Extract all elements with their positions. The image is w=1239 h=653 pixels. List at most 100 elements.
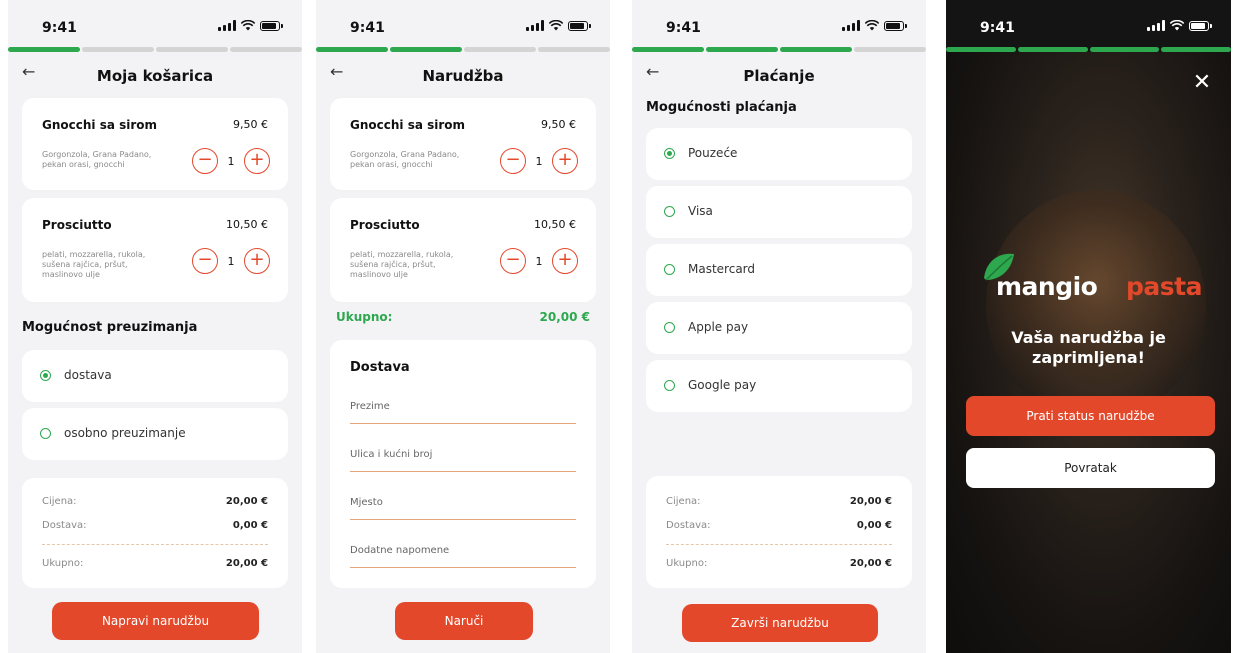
battery-icon bbox=[884, 20, 907, 31]
payment-option-cod[interactable]: Pouzeće bbox=[646, 128, 912, 180]
status-time: 9:41 bbox=[350, 20, 385, 36]
payment-option-visa[interactable]: Visa bbox=[646, 186, 912, 238]
surname-field[interactable]: Prezime bbox=[350, 394, 576, 424]
quantity-value: 1 bbox=[227, 154, 235, 168]
item-name: Gnocchi sa sirom bbox=[42, 118, 158, 132]
field-placeholder: Ulica i kućni broj bbox=[350, 449, 433, 460]
radio-icon[interactable] bbox=[664, 322, 675, 333]
battery-icon bbox=[260, 20, 283, 31]
item-description: Gorgonzola, Grana Padano, pekan orasi, g… bbox=[350, 150, 460, 169]
status-bar: 9:41 bbox=[632, 0, 926, 48]
signal-icon bbox=[218, 20, 236, 31]
option-label: osobno preuzimanje bbox=[64, 426, 186, 440]
logo-word-mangio: mangio bbox=[996, 272, 1098, 301]
radio-icon[interactable] bbox=[664, 380, 675, 391]
radio-selected-icon[interactable] bbox=[40, 370, 51, 381]
total-label: Ukupno: bbox=[336, 310, 393, 324]
option-label: dostava bbox=[64, 368, 112, 382]
item-description: pelati, mozzarella, rukola, sušena rajči… bbox=[350, 250, 454, 279]
street-field[interactable]: Ulica i kućni broj bbox=[350, 442, 576, 472]
payment-option-applepay[interactable]: Apple pay bbox=[646, 302, 912, 354]
radio-icon[interactable] bbox=[664, 206, 675, 217]
status-time: 9:41 bbox=[980, 20, 1015, 36]
status-time: 9:41 bbox=[42, 20, 77, 36]
wifi-icon bbox=[241, 20, 255, 31]
summary-value: 20,00 € bbox=[225, 558, 268, 569]
pickup-title: Mogućnost preuzimanja bbox=[22, 320, 198, 335]
step-progress bbox=[8, 47, 302, 52]
brand-logo: mangio pasta bbox=[980, 248, 1210, 308]
close-icon[interactable]: ✕ bbox=[1191, 72, 1213, 94]
increase-button[interactable]: + bbox=[552, 148, 578, 174]
summary-value: 0,00 € bbox=[232, 520, 268, 531]
summary-value: 20,00 € bbox=[849, 496, 892, 507]
cart-item: Prosciutto 10,50 € pelati, mozzarella, r… bbox=[22, 198, 288, 302]
divider bbox=[666, 544, 892, 545]
option-label: Visa bbox=[688, 204, 713, 218]
track-order-button[interactable]: Prati status narudžbe bbox=[966, 396, 1215, 436]
summary-value: 20,00 € bbox=[225, 496, 268, 507]
step-progress bbox=[316, 47, 610, 52]
place-order-button[interactable]: Napravi narudžbu bbox=[52, 602, 259, 640]
increase-button[interactable]: + bbox=[244, 148, 270, 174]
summary-label: Ukupno: bbox=[42, 558, 84, 569]
return-button[interactable]: Povratak bbox=[966, 448, 1215, 488]
summary-label: Cijena: bbox=[42, 496, 77, 507]
summary-label: Dostava: bbox=[42, 520, 87, 531]
payment-option-mastercard[interactable]: Mastercard bbox=[646, 244, 912, 296]
summary-label: Ukupno: bbox=[666, 558, 708, 569]
order-screen: 9:41 ← Narudžba Gnocchi sa sirom 9,50 € … bbox=[316, 0, 610, 653]
increase-button[interactable]: + bbox=[244, 248, 270, 274]
cart-item: Gnocchi sa sirom 9,50 € Gorgonzola, Gran… bbox=[330, 98, 596, 190]
summary-label: Cijena: bbox=[666, 496, 701, 507]
back-arrow-icon[interactable]: ← bbox=[330, 62, 350, 81]
wifi-icon bbox=[549, 20, 563, 31]
item-price: 10,50 € bbox=[226, 218, 268, 231]
decrease-button[interactable]: − bbox=[500, 248, 526, 274]
decrease-button[interactable]: − bbox=[500, 148, 526, 174]
item-name: Gnocchi sa sirom bbox=[350, 118, 466, 132]
confirmation-screen: 9:41 ✕ mangio pasta Vaša narudžba je zap… bbox=[946, 0, 1231, 653]
summary-value: 20,00 € bbox=[849, 558, 892, 569]
signal-icon bbox=[842, 20, 860, 31]
cart-item: Prosciutto 10,50 € pelati, mozzarella, r… bbox=[330, 198, 596, 302]
pickup-option-personal[interactable]: osobno preuzimanje bbox=[22, 408, 288, 460]
payment-options-title: Mogućnosti plaćanja bbox=[646, 100, 797, 115]
decrease-button[interactable]: − bbox=[192, 248, 218, 274]
confirmation-message: Vaša narudžba je zaprimljena! bbox=[946, 328, 1231, 368]
finish-order-button[interactable]: Završi narudžbu bbox=[682, 604, 878, 642]
summary-label: Dostava: bbox=[666, 520, 711, 531]
option-label: Google pay bbox=[688, 378, 757, 392]
payment-screen: 9:41 ← Plaćanje Mogućnosti plaćanja Pouz… bbox=[632, 0, 926, 653]
radio-icon[interactable] bbox=[40, 428, 51, 439]
field-placeholder: Prezime bbox=[350, 401, 390, 412]
page-title: Moja košarica bbox=[96, 67, 214, 85]
wifi-icon bbox=[865, 20, 879, 31]
battery-icon bbox=[1189, 20, 1212, 31]
option-label: Pouzeće bbox=[688, 146, 738, 160]
notes-field[interactable]: Dodatne napomene bbox=[350, 538, 576, 568]
radio-icon[interactable] bbox=[664, 264, 675, 275]
cart-item: Gnocchi sa sirom 9,50 € Gorgonzola, Gran… bbox=[22, 98, 288, 190]
page-title: Plaćanje bbox=[743, 67, 815, 85]
radio-selected-icon[interactable] bbox=[664, 148, 675, 159]
total-value: 20,00 € bbox=[539, 310, 590, 324]
item-price: 9,50 € bbox=[233, 118, 268, 131]
back-arrow-icon[interactable]: ← bbox=[646, 62, 666, 81]
increase-button[interactable]: + bbox=[552, 248, 578, 274]
pickup-option-delivery[interactable]: dostava bbox=[22, 350, 288, 402]
logo-word-pasta: pasta bbox=[1126, 272, 1202, 301]
signal-icon bbox=[526, 20, 544, 31]
confirmation-line: zaprimljena! bbox=[1032, 348, 1145, 367]
step-progress bbox=[946, 47, 1231, 52]
back-arrow-icon[interactable]: ← bbox=[22, 62, 42, 81]
option-label: Apple pay bbox=[688, 320, 749, 334]
city-field[interactable]: Mjesto bbox=[350, 490, 576, 520]
divider bbox=[42, 544, 268, 545]
decrease-button[interactable]: − bbox=[192, 148, 218, 174]
order-total: Ukupno: 20,00 € bbox=[336, 310, 590, 324]
payment-option-googlepay[interactable]: Google pay bbox=[646, 360, 912, 412]
item-price: 9,50 € bbox=[541, 118, 576, 131]
page-title: Narudžba bbox=[422, 67, 504, 85]
order-button[interactable]: Naruči bbox=[395, 602, 533, 640]
